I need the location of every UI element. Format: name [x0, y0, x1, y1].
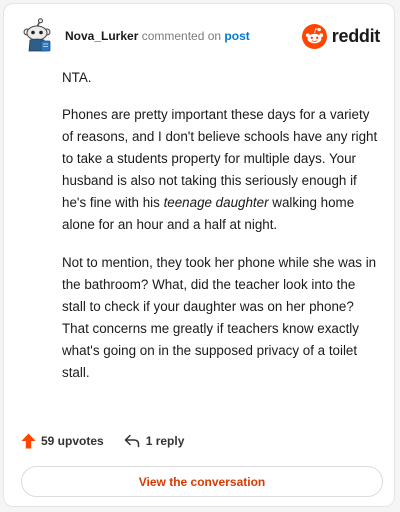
- comment-card: Nova_Lurker commented on post reddit NTA…: [3, 3, 395, 507]
- post-link[interactable]: post: [224, 29, 249, 43]
- reply-arrow-icon: [124, 434, 139, 448]
- comment-byline: Nova_Lurker commented on post: [65, 29, 250, 43]
- replies[interactable]: 1 reply: [124, 434, 185, 448]
- view-conversation-button[interactable]: View the conversation: [21, 466, 383, 497]
- comment-emphasis: teenage daughter: [163, 195, 269, 210]
- upvote-count: 59 upvotes: [41, 434, 104, 448]
- comment-footer: 59 upvotes 1 reply: [21, 431, 184, 451]
- snoo-avatar-icon: [23, 18, 51, 52]
- comment-paragraph: Not to mention, they took her phone whil…: [62, 255, 377, 380]
- byline-text: commented on: [138, 29, 225, 43]
- comment-body: NTA. Phones are pretty important these d…: [62, 67, 382, 400]
- reddit-snoo-icon: [301, 23, 327, 49]
- username[interactable]: Nova_Lurker: [65, 29, 138, 43]
- reply-count: 1 reply: [145, 434, 185, 448]
- reddit-wordmark: reddit: [331, 25, 381, 46]
- upvote-arrow-icon: [21, 433, 36, 449]
- comment-paragraph: Phones are pretty important these days f…: [62, 104, 382, 236]
- user-avatar[interactable]: [21, 18, 57, 54]
- reddit-logo[interactable]: reddit: [301, 23, 381, 49]
- upvotes[interactable]: 59 upvotes: [21, 433, 104, 449]
- comment-paragraph: NTA.: [62, 70, 92, 85]
- comment-header: Nova_Lurker commented on post reddit: [21, 18, 380, 56]
